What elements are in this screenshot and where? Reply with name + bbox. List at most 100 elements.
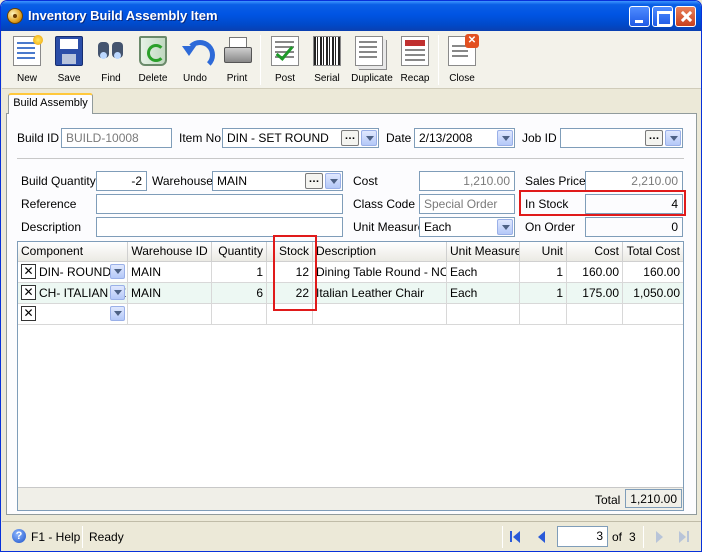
chevron-down-icon[interactable] xyxy=(361,130,377,146)
status-bar: ? F1 - Help Ready 3 of 3 xyxy=(2,521,701,551)
item-no-value: DIN - SET ROUND xyxy=(227,131,329,145)
date-picker[interactable]: 2/13/2008 xyxy=(414,128,515,148)
chevron-down-icon[interactable] xyxy=(110,264,125,279)
serial-button[interactable]: Serial xyxy=(305,34,349,88)
print-button[interactable]: Print xyxy=(215,34,259,88)
reference-field[interactable] xyxy=(96,194,343,214)
delete-row-icon[interactable]: ✕ xyxy=(21,306,36,321)
cell-warehouse-id[interactable]: MAIN xyxy=(128,262,212,282)
find-button[interactable]: Find xyxy=(89,34,133,88)
post-button[interactable]: Post xyxy=(263,34,307,88)
chevron-down-icon[interactable] xyxy=(110,285,125,300)
cell-unit[interactable]: 1 xyxy=(520,262,567,282)
cell-quantity[interactable]: 1 xyxy=(212,262,267,282)
cell-description[interactable]: Italian Leather Chair xyxy=(313,283,447,303)
cell-empty[interactable] xyxy=(313,304,447,324)
cost-label: Cost xyxy=(353,174,378,188)
new-button[interactable]: New xyxy=(5,34,49,88)
chevron-down-icon[interactable] xyxy=(497,219,513,235)
sales-price-field: 2,210.00 xyxy=(585,171,683,191)
header-divider xyxy=(17,158,684,159)
close-button[interactable]: Close xyxy=(440,34,484,88)
job-id-combo[interactable]: … xyxy=(560,128,683,148)
warehouse-lookup-button[interactable]: … xyxy=(305,173,323,189)
cell-quantity[interactable]: 6 xyxy=(212,283,267,303)
delete-row-icon[interactable]: ✕ xyxy=(21,264,36,279)
first-record-icon[interactable] xyxy=(508,529,524,545)
on-order-label: On Order xyxy=(525,220,576,234)
cell-description[interactable]: Dining Table Round - NORD xyxy=(313,262,447,282)
next-record-icon[interactable] xyxy=(651,529,667,545)
build-quantity-field[interactable]: -2 xyxy=(96,171,147,191)
maximize-button[interactable] xyxy=(652,6,673,27)
date-label: Date xyxy=(386,131,412,145)
minimize-button[interactable] xyxy=(629,6,650,27)
cell-warehouse-id[interactable]: MAIN xyxy=(128,283,212,303)
total-value: 1,210.00 xyxy=(625,489,682,508)
title-bar[interactable]: Inventory Build Assembly Item xyxy=(1,1,701,31)
record-count: 3 xyxy=(629,530,636,544)
recap-button[interactable]: Recap xyxy=(393,34,437,88)
column-header-warehouse-id[interactable]: Warehouse ID xyxy=(128,242,212,262)
cell-unit-measure[interactable]: Each xyxy=(447,283,520,303)
help-shortcut[interactable]: F1 - Help xyxy=(31,530,80,544)
table-row[interactable]: DIN- ROUND ✕ MAIN 1 12 Dining Table Roun… xyxy=(18,262,683,283)
item-no-lookup-button[interactable]: … xyxy=(341,130,359,146)
chevron-down-icon[interactable] xyxy=(325,173,341,189)
job-id-lookup-button[interactable]: … xyxy=(645,130,663,146)
chevron-down-icon[interactable] xyxy=(497,130,513,146)
class-code-field: Special Order xyxy=(419,194,515,214)
build-quantity-label: Build Quantity xyxy=(21,174,96,188)
table-row[interactable]: CH- ITALIAN LE ✕ MAIN 6 22 Italian Leath… xyxy=(18,283,683,304)
item-no-combo[interactable]: DIN - SET ROUND … xyxy=(222,128,379,148)
total-label: Total xyxy=(595,493,621,507)
delete-row-icon[interactable]: ✕ xyxy=(21,285,36,300)
cell-empty[interactable] xyxy=(212,304,267,324)
cell-cost[interactable]: 160.00 xyxy=(567,262,623,282)
last-record-icon[interactable] xyxy=(675,529,691,545)
duplicate-icon xyxy=(355,36,383,66)
save-button[interactable]: Save xyxy=(47,34,91,88)
previous-record-icon[interactable] xyxy=(534,529,550,545)
column-header-cost[interactable]: Cost xyxy=(567,242,623,262)
column-header-quantity[interactable]: Quantity xyxy=(212,242,267,262)
cell-empty[interactable] xyxy=(128,304,212,324)
undo-button[interactable]: Undo xyxy=(173,34,217,88)
tab-build-assembly[interactable]: Build Assembly xyxy=(8,93,93,114)
cell-unit-measure[interactable]: Each xyxy=(447,262,520,282)
cell-empty[interactable] xyxy=(447,304,520,324)
description-field[interactable] xyxy=(96,217,343,237)
column-header-unit[interactable]: Unit xyxy=(520,242,567,262)
status-text: Ready xyxy=(89,530,124,544)
duplicate-button[interactable]: Duplicate xyxy=(347,34,397,88)
cell-empty[interactable] xyxy=(520,304,567,324)
delete-button[interactable]: Delete xyxy=(131,34,175,88)
job-id-label: Job ID xyxy=(522,131,557,145)
warehouse-combo[interactable]: MAIN … xyxy=(212,171,343,191)
close-window-button[interactable] xyxy=(675,6,696,27)
close-label: Close xyxy=(449,73,475,84)
cell-stock: 22 xyxy=(267,283,313,303)
cell-unit[interactable]: 1 xyxy=(520,283,567,303)
cell-cost[interactable]: 175.00 xyxy=(567,283,623,303)
column-header-stock[interactable]: Stock xyxy=(267,242,313,262)
help-icon[interactable]: ? xyxy=(12,529,26,543)
build-id-field[interactable]: BUILD-10008 xyxy=(61,128,172,148)
window-title: Inventory Build Assembly Item xyxy=(28,8,218,23)
column-header-unit-measure[interactable]: Unit Measure xyxy=(447,242,520,262)
floppy-disk-icon xyxy=(55,36,83,66)
chevron-down-icon[interactable] xyxy=(110,306,125,321)
app-icon[interactable] xyxy=(7,8,23,24)
record-number-input[interactable]: 3 xyxy=(557,526,608,547)
chevron-down-icon[interactable] xyxy=(665,130,681,146)
cell-total-cost: 160.00 xyxy=(643,265,680,279)
column-header-component[interactable]: Component xyxy=(18,242,128,262)
new-row[interactable]: ✕ xyxy=(18,304,683,325)
column-header-description[interactable]: Description xyxy=(313,242,447,262)
column-header-total-cost[interactable]: Total Cost xyxy=(623,242,683,262)
recap-label: Recap xyxy=(400,73,430,84)
cell-empty[interactable] xyxy=(567,304,623,324)
unit-measure-combo[interactable]: Each xyxy=(419,217,515,237)
printer-icon xyxy=(223,36,252,66)
warehouse-label: Warehouse xyxy=(152,174,213,188)
